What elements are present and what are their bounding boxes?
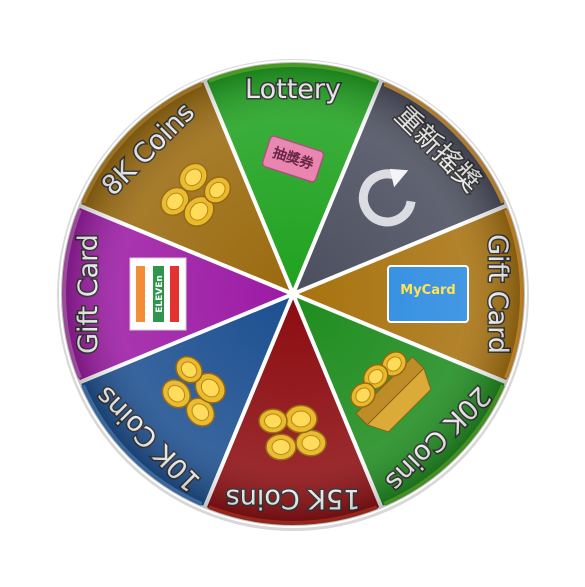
segment-label: 15K Coins [226,483,361,514]
segment-label: Lottery [245,74,341,105]
mycard-icon: MyCard [387,265,469,323]
card-text: MyCard [400,283,455,298]
segment-label: Gift Card [482,234,513,354]
prize-wheel[interactable]: Lottery抽獎券 重新搖獎Gift CardMyCard20K Coins15… [0,0,585,587]
card-text: ELEVEn [155,275,165,313]
segment-label: Gift Card [73,234,104,354]
seven-eleven-icon: ELEVEn [129,257,187,331]
